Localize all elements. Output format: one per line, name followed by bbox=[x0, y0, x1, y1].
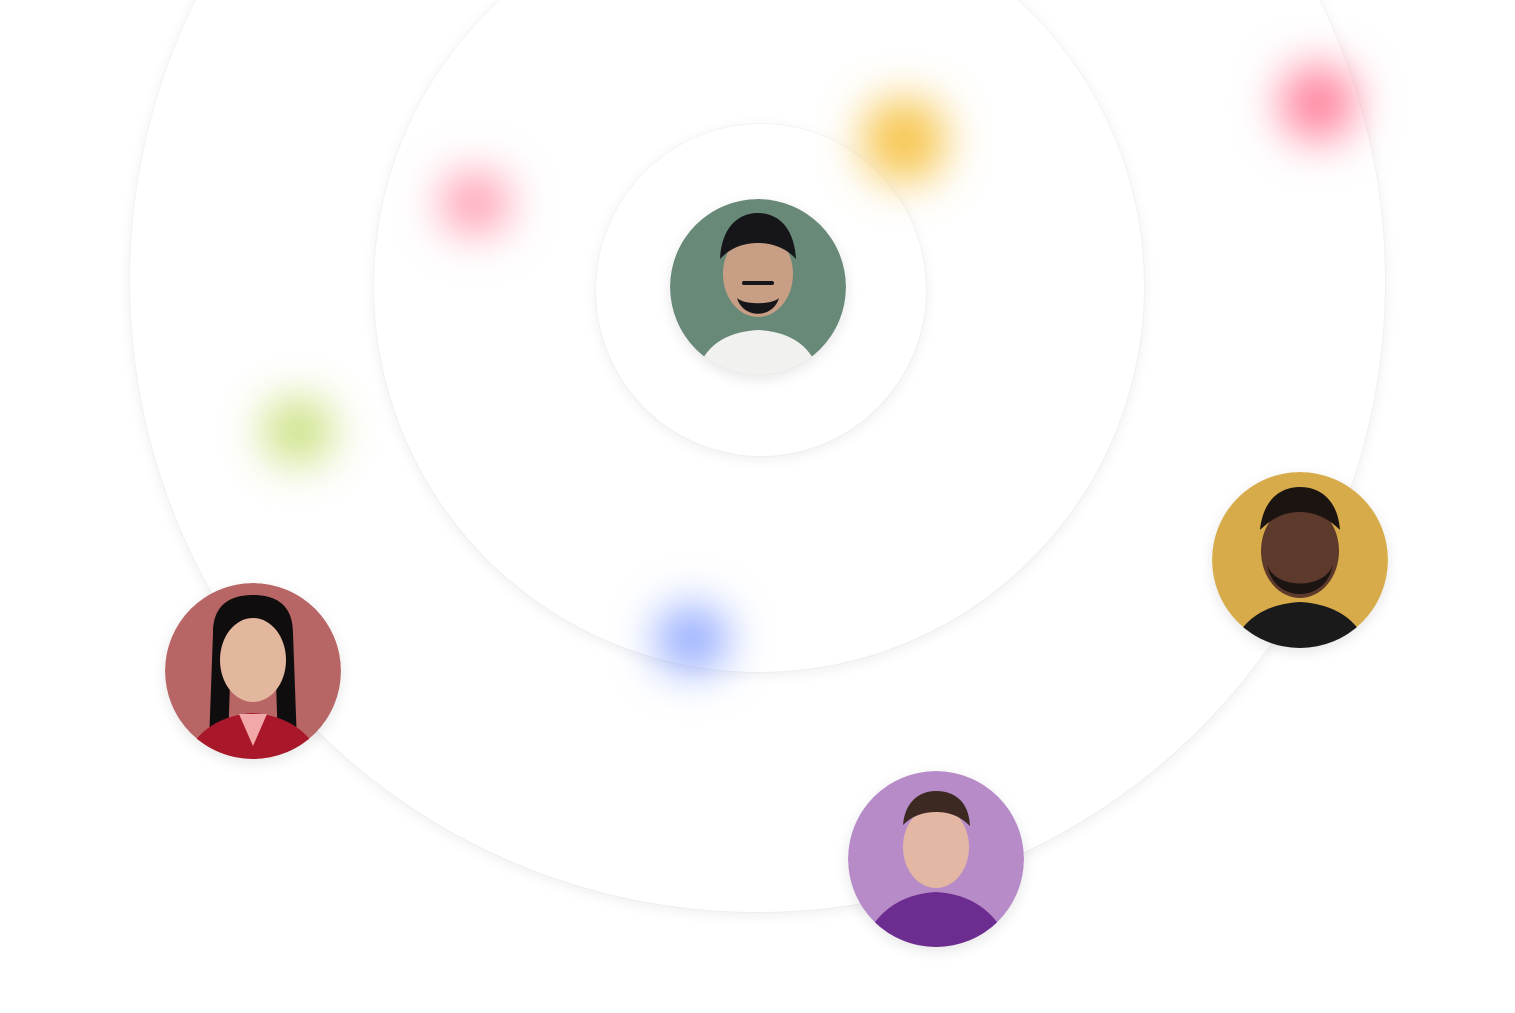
pink-glow bbox=[440, 172, 510, 234]
red-glow bbox=[1280, 65, 1356, 141]
avatar-right bbox=[1212, 472, 1388, 648]
face bbox=[903, 806, 969, 888]
green-glow bbox=[262, 398, 334, 464]
portrait-bottom bbox=[848, 771, 1024, 947]
mustache bbox=[742, 281, 774, 285]
avatar-left bbox=[165, 583, 341, 759]
yellow-glow bbox=[862, 98, 946, 182]
portrait-right bbox=[1212, 472, 1388, 648]
portrait-left bbox=[165, 583, 341, 759]
network-graphic bbox=[0, 0, 1515, 1013]
blue-glow bbox=[656, 606, 728, 672]
face bbox=[220, 618, 286, 702]
portrait-center bbox=[670, 199, 846, 375]
avatar-bottom bbox=[848, 771, 1024, 947]
avatar-center bbox=[670, 199, 846, 375]
